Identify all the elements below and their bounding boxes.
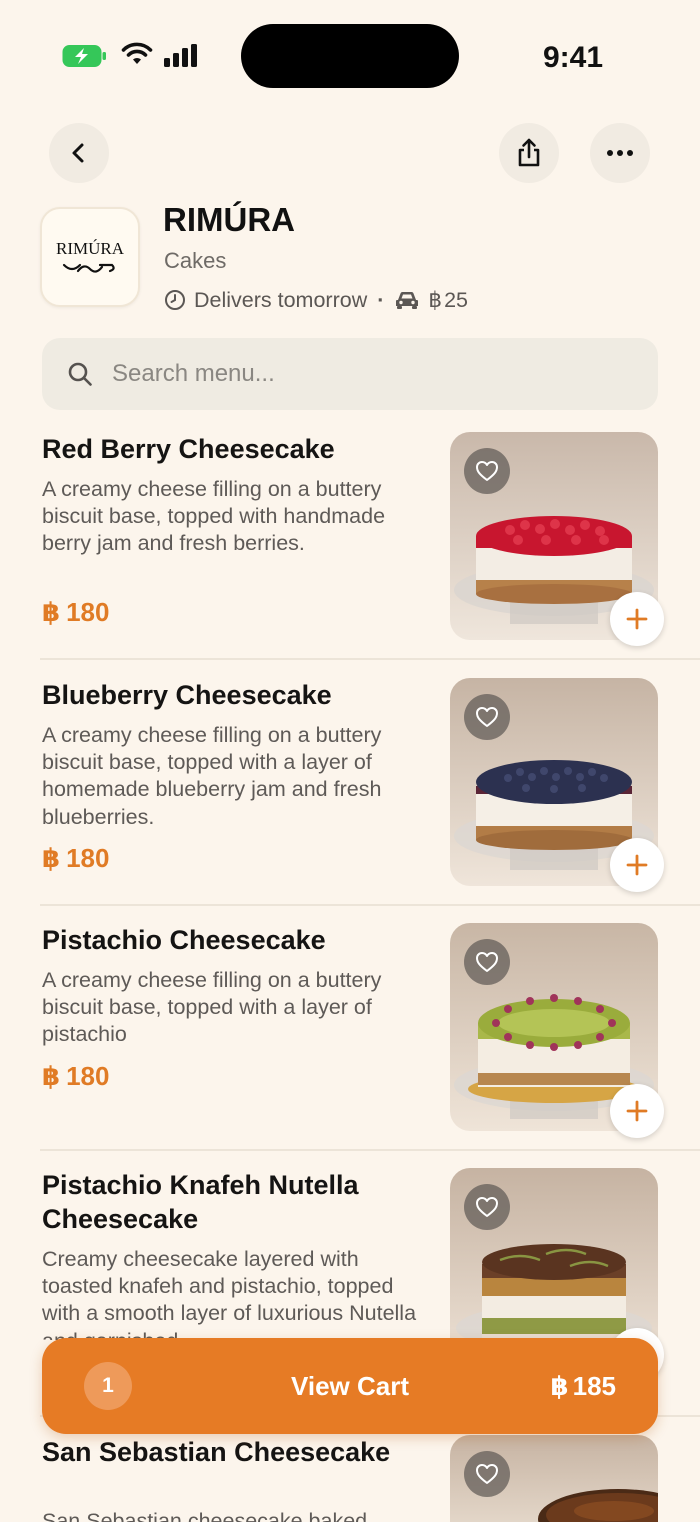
price-value: 180: [66, 597, 110, 627]
currency-symbol: ฿: [42, 1061, 61, 1091]
car-icon: [396, 292, 419, 309]
heart-icon: [476, 461, 498, 481]
separator-dot: ·: [377, 287, 385, 312]
cellular-signal-icon: [163, 44, 199, 68]
currency-symbol: ฿: [42, 597, 61, 627]
more-options-button[interactable]: [590, 123, 650, 183]
logo-wordmark: RIMÚRA: [56, 239, 125, 258]
view-cart-button[interactable]: 1 View Cart ฿ 185: [42, 1338, 658, 1434]
heart-icon: [476, 1197, 498, 1217]
status-time: 9:41: [542, 41, 604, 74]
restaurant-logo: RIMÚRA: [40, 207, 140, 307]
heart-icon: [476, 707, 498, 727]
clock-icon: [165, 290, 185, 310]
menu-item-description: San Sebastian cheesecake baked: [42, 1509, 368, 1522]
currency-symbol: ฿: [550, 1371, 569, 1401]
add-to-cart-button[interactable]: [610, 838, 664, 892]
plus-icon: [626, 854, 648, 876]
chevron-left-icon: [72, 143, 84, 163]
wifi-icon: [121, 42, 153, 68]
back-button[interactable]: [49, 123, 109, 183]
price-value: 180: [66, 843, 110, 873]
favorite-button[interactable]: [464, 939, 510, 985]
menu-item-price: ฿ 180: [42, 596, 109, 628]
menu-item-description: A creamy cheese filling on a buttery bis…: [42, 477, 386, 556]
search-bar[interactable]: [42, 338, 658, 410]
share-icon: [518, 138, 540, 167]
item-divider: [40, 658, 700, 660]
battery-icon: [62, 44, 108, 68]
share-button[interactable]: [499, 123, 559, 183]
menu-item-title[interactable]: Pistachio Cheesecake: [42, 923, 422, 957]
heart-icon: [476, 1464, 498, 1484]
favorite-button[interactable]: [464, 448, 510, 494]
menu-item-price: ฿ 180: [42, 1060, 109, 1092]
delivery-info: Delivers tomorrow · ฿ 25: [164, 284, 468, 316]
search-icon: [68, 362, 92, 386]
item-divider: [40, 904, 700, 906]
menu-item-price: ฿ 180: [42, 842, 109, 874]
ellipsis-icon: [607, 150, 633, 156]
menu-item-title[interactable]: Blueberry Cheesecake: [42, 678, 422, 712]
menu-item-title[interactable]: Pistachio Knafeh Nutella Cheesecake: [42, 1168, 422, 1236]
add-to-cart-button[interactable]: [610, 592, 664, 646]
favorite-button[interactable]: [464, 1184, 510, 1230]
restaurant-name: RIMÚRA: [163, 201, 295, 238]
heart-icon: [476, 952, 498, 972]
restaurant-category: Cakes: [164, 248, 227, 273]
delivery-fee: 25: [444, 287, 469, 312]
add-to-cart-button[interactable]: [610, 1084, 664, 1138]
menu-item-title[interactable]: Red Berry Cheesecake: [42, 432, 422, 466]
menu-item-description: A creamy cheese filling on a buttery bis…: [42, 723, 382, 829]
menu-item-description: A creamy cheese filling on a buttery bis…: [42, 968, 382, 1047]
menu-item-title[interactable]: San Sebastian Cheesecake: [42, 1435, 422, 1469]
plus-icon: [626, 608, 648, 630]
delivery-fee-currency: ฿: [428, 287, 443, 312]
search-input[interactable]: [110, 359, 594, 389]
price-value: 180: [66, 1061, 110, 1091]
currency-symbol: ฿: [42, 843, 61, 873]
favorite-button[interactable]: [464, 1451, 510, 1497]
delivery-time-text: Delivers tomorrow: [194, 287, 368, 312]
favorite-button[interactable]: [464, 694, 510, 740]
cart-total-value: 185: [572, 1371, 616, 1401]
plus-icon: [626, 1100, 648, 1122]
cart-total: ฿ 185: [551, 1368, 616, 1404]
item-divider: [40, 1149, 700, 1151]
dynamic-island: [241, 24, 459, 88]
menu-item-description: Creamy cheesecake layered with toasted k…: [42, 1247, 417, 1340]
